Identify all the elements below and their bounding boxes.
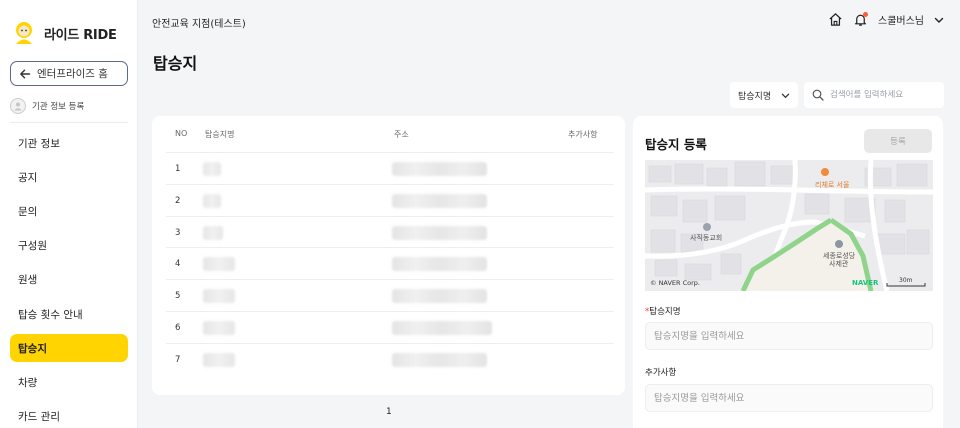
col-header-extra: 추가사항 [568,130,598,139]
table-body: 1 2 3 4 5 6 7 [166,152,614,375]
register-submit-button[interactable]: 등록 [864,129,932,153]
stops-table: NO 탑승지명 주소 추가사항 1 2 3 4 5 6 7 [152,116,625,395]
map-scale-label: 30m [899,277,913,284]
sidebar-item-label: 공지 [18,171,38,184]
top-actions: 스쿨버스님 [828,12,944,27]
redacted-name [203,352,235,367]
home-icon[interactable] [828,12,843,27]
search-type-value: 탑승지명 [738,91,772,102]
pagination-page-1[interactable]: 1 [386,407,392,417]
sidebar-item-cards[interactable]: 카드 관리 [10,399,128,428]
search-type-select[interactable]: 탑승지명 [730,82,798,108]
redacted-name [203,193,221,208]
enterprise-home-label: 엔터프라이즈 홈 [37,68,108,80]
sidebar: 라이드 RIDE 엔터프라이즈 홈 기관 정보 등록 기관 정보 공지 문의 구… [0,0,138,428]
search-box [804,82,944,108]
enterprise-home-button[interactable]: 엔터프라이즈 홈 [10,61,128,86]
row-no: 5 [175,291,181,302]
sidebar-item-members[interactable]: 구성원 [10,229,128,263]
redacted-address [392,193,487,208]
table-row[interactable]: 6 [166,310,614,343]
sidebar-item-label: 탑승 횟수 안내 [18,308,83,321]
bell-icon[interactable] [853,12,868,27]
table-row[interactable]: 2 [166,183,614,216]
table-row[interactable]: 4 [166,247,614,279]
arrow-left-icon [20,69,31,78]
sidebar-item-inquiry[interactable]: 문의 [10,194,128,228]
sidebar-item-label: 탑승지 [18,342,47,355]
sidebar-item-org-info[interactable]: 기관 정보 [10,126,128,160]
map-label-poi3b: 사제관 [829,259,849,268]
register-stop-panel: 탑승지 등록 등록 리체로 서울 사직동교회 세종로성당 사제관 © NAVER… [633,116,943,428]
col-header-no: NO [175,129,188,138]
extra-label: 추가사항 [645,368,677,378]
map-label-poi1: 리체로 서울 [815,180,850,189]
stop-name-label: *탑승지명 [645,305,681,317]
redacted-name [203,162,221,176]
row-no: 6 [175,322,181,333]
redacted-address [392,162,487,176]
sidebar-item-label: 차량 [18,376,38,389]
row-no: 2 [175,195,181,206]
table-row[interactable]: 1 [166,152,614,184]
table-row[interactable]: 5 [166,279,614,311]
sidebar-item-label: 구성원 [18,240,47,253]
table-row[interactable]: 3 [166,215,614,248]
map-label-poi3a: 세종로성당 [823,251,856,260]
brand[interactable]: 라이드 RIDE [12,20,117,46]
map-credit: © NAVER Corp. [650,279,700,287]
redacted-address [392,225,487,240]
user-name[interactable]: 스쿨버스님 [878,12,924,27]
register-panel-title: 탑승지 등록 [645,137,707,152]
redacted-name [203,320,235,335]
sidebar-item-label: 기관 정보 [18,137,60,150]
map-label-poi2: 사직동교회 [690,233,722,242]
stop-name-label-text: 탑승지명 [649,307,681,317]
sidebar-item-ride-count[interactable]: 탑승 횟수 안내 [10,297,128,331]
sidebar-nav: 기관 정보 공지 문의 구성원 원생 탑승 횟수 안내 탑승지 차량 카드 관리 [10,126,128,428]
sidebar-item-stops[interactable]: 탑승지 [10,334,128,363]
sidebar-item-vehicles[interactable]: 차량 [10,365,128,399]
extra-input[interactable] [645,384,933,412]
redacted-address [392,320,492,335]
org-name: 안전교육 지점(테스트) [152,19,246,30]
col-header-address: 주소 [394,130,409,139]
row-no: 4 [175,259,181,270]
redacted-address [392,257,487,272]
row-no: 1 [175,164,181,174]
top-bar: 안전교육 지점(테스트) 스쿨버스님 [138,0,960,44]
search-icon [812,89,824,101]
user-avatar-icon [10,98,26,114]
row-no: 7 [175,354,181,365]
search-input[interactable] [830,90,935,100]
chevron-down-icon[interactable] [934,15,944,25]
register-org-label: 기관 정보 등록 [32,102,85,112]
sidebar-item-label: 문의 [18,205,38,218]
table-row[interactable]: 7 [166,342,614,375]
page-title: 탑승지 [153,54,198,73]
col-header-name: 탑승지명 [205,130,235,139]
redacted-address [392,352,487,367]
row-no: 3 [175,227,181,238]
sidebar-divider [10,122,128,123]
brand-name: 라이드 RIDE [44,27,117,43]
redacted-name [203,225,223,240]
sidebar-item-label: 카드 관리 [18,410,60,423]
sidebar-item-students[interactable]: 원생 [10,263,128,297]
redacted-address [392,289,487,304]
map-view[interactable]: 리체로 서울 사직동교회 세종로성당 사제관 © NAVER Corp. NAV… [645,160,933,291]
notification-dot [863,12,868,17]
naver-logo: NAVER [852,279,879,287]
register-org-link[interactable]: 기관 정보 등록 [10,98,84,114]
stop-name-input[interactable] [645,322,933,350]
redacted-name [203,257,235,272]
redacted-name [203,289,235,304]
sidebar-item-label: 원생 [18,274,38,287]
sidebar-item-notice[interactable]: 공지 [10,160,128,194]
chevron-down-icon [781,93,790,98]
brand-logo-icon [16,22,32,44]
